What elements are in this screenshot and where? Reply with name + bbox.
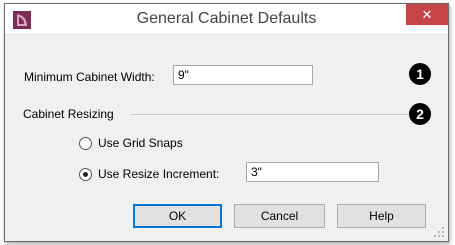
help-button[interactable]: Help (337, 204, 426, 228)
use-grid-snaps-label[interactable]: Use Grid Snaps (98, 136, 183, 150)
cabinet-resizing-group-label: Cabinet Resizing (23, 107, 114, 121)
close-icon: ✕ (421, 7, 433, 22)
resize-grip-icon[interactable] (433, 226, 445, 238)
radio-selected-dot (83, 172, 88, 177)
title-bar[interactable]: General Cabinet Defaults ✕ (5, 4, 448, 35)
dialog-title: General Cabinet Defaults (136, 10, 317, 27)
group-divider (131, 114, 408, 115)
use-grid-snaps-radio[interactable] (79, 137, 92, 150)
callout-1-badge: 1 (409, 63, 431, 85)
close-button[interactable]: ✕ (406, 4, 448, 25)
minimum-cabinet-width-label: Minimum Cabinet Width: (24, 70, 155, 84)
use-resize-increment-label[interactable]: Use Resize Increment: (98, 167, 219, 181)
use-resize-increment-radio[interactable] (79, 168, 92, 181)
callout-2-badge: 2 (409, 103, 431, 125)
resize-increment-field[interactable] (246, 162, 379, 182)
cancel-button[interactable]: Cancel (234, 204, 325, 228)
minimum-cabinet-width-field[interactable] (173, 65, 313, 85)
ok-button[interactable]: OK (133, 204, 222, 228)
general-cabinet-defaults-dialog: General Cabinet Defaults ✕ Minimum Cabin… (4, 3, 449, 242)
